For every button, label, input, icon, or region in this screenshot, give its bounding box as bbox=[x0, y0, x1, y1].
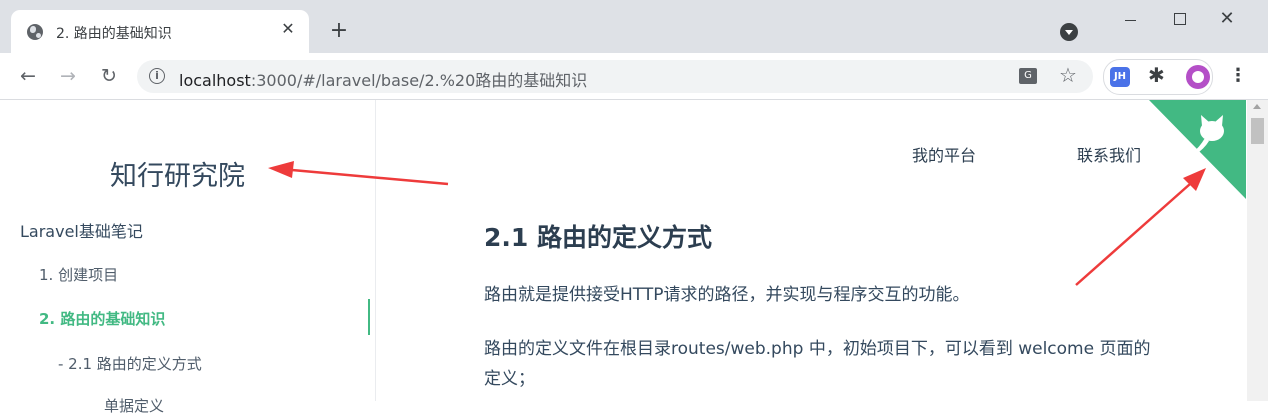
annotation-arrow-right bbox=[1075, 168, 1206, 286]
annotation-layer bbox=[268, 161, 1206, 286]
annotation-arrow-left bbox=[268, 161, 449, 186]
